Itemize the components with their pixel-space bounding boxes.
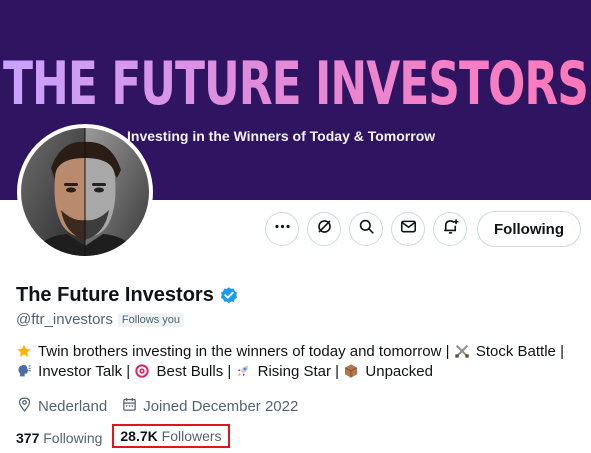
more-button[interactable]: [265, 212, 300, 246]
following-stat[interactable]: 377 Following: [16, 430, 102, 446]
following-button[interactable]: Following: [477, 211, 581, 247]
verified-badge-icon[interactable]: [219, 286, 239, 306]
notify-icon: [441, 217, 460, 241]
message-button[interactable]: [391, 212, 426, 246]
profile-stats: 377 Following 28.7K Followers: [16, 424, 230, 448]
display-name: The Future Investors: [16, 284, 214, 306]
banner-title: THE FUTURE INVESTORS: [0, 50, 591, 119]
location-text: Nederland: [38, 398, 108, 415]
bio-text-2: Stock Battle: [475, 343, 556, 360]
search-button[interactable]: [349, 212, 384, 246]
bio-text-1: Twin brothers investing in the winners o…: [37, 343, 450, 360]
profile-page: THE FUTURE INVESTORS Investing in the Wi…: [0, 0, 591, 453]
message-icon: [399, 217, 418, 241]
location: Nederland: [16, 396, 107, 417]
following-count: 377: [16, 430, 40, 446]
search-icon: [357, 217, 376, 241]
avatar-image: [21, 128, 149, 256]
package-icon: [345, 364, 358, 378]
grok-button[interactable]: [307, 212, 342, 246]
profile-bio: Twin brothers investing in the winners o…: [16, 342, 581, 382]
crossed-swords-icon: [455, 344, 469, 358]
speaking-head-icon: [18, 365, 31, 377]
join-date: Joined December 2022: [121, 396, 298, 417]
bio-text-7: Unpacked: [365, 363, 433, 380]
rocket-icon: [238, 365, 249, 377]
bio-text-6: Rising Star |: [257, 363, 340, 380]
handle: @ftr_investors: [16, 311, 113, 328]
handle-row: @ftr_investors Follows you: [16, 311, 184, 328]
notify-button[interactable]: [433, 212, 468, 246]
target-icon: [135, 364, 150, 378]
join-date-text: Joined December 2022: [143, 398, 299, 415]
following-label: Following: [43, 430, 103, 446]
name-row: The Future Investors: [16, 284, 239, 307]
bio-text-3: |: [560, 343, 564, 360]
followers-count: 28.7K: [120, 428, 158, 444]
star-icon: [17, 344, 31, 357]
follows-you-badge: Follows you: [117, 312, 184, 327]
followers-stat[interactable]: 28.7K Followers: [112, 424, 230, 448]
profile-meta: Nederland Joined December 2022: [16, 396, 298, 417]
location-pin-icon: [16, 396, 33, 417]
profile-actions: Following: [265, 211, 581, 247]
avatar[interactable]: [17, 124, 153, 260]
calendar-icon: [121, 396, 138, 417]
bio-text-4: Investor Talk |: [38, 363, 131, 380]
banner-tagline: Investing in the Winners of Today & Tomo…: [127, 128, 436, 144]
bio-text-5: Best Bulls |: [156, 363, 232, 380]
more-icon: [273, 217, 292, 241]
grok-icon: [315, 217, 334, 241]
followers-label: Followers: [161, 428, 222, 444]
